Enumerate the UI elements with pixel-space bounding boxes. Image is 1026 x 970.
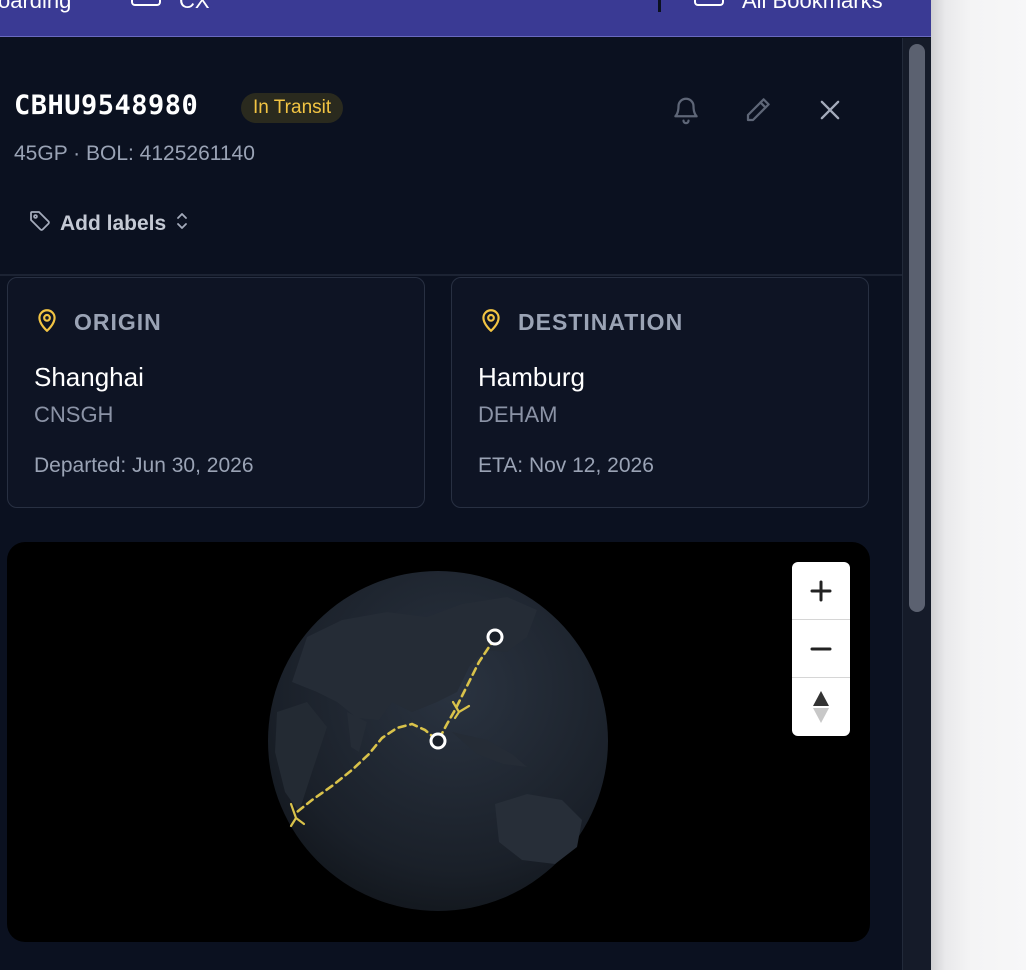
add-labels-label: Add labels	[60, 212, 167, 235]
bookmark-item[interactable]: oarding	[0, 0, 71, 14]
scrollbar-thumb[interactable]	[909, 44, 925, 612]
minus-icon	[810, 647, 832, 650]
origin-heading: ORIGIN	[74, 309, 162, 335]
port-marker-current[interactable]	[429, 732, 447, 750]
destination-heading: DESTINATION	[518, 309, 684, 335]
destination-port-code: DEHAM	[478, 402, 558, 427]
background-window	[931, 0, 1026, 970]
status-badge: In Transit	[241, 93, 344, 123]
port-marker-origin[interactable]	[486, 628, 504, 646]
destination-city: Hamburg	[478, 362, 585, 392]
container-id: CBHU9548980	[14, 90, 199, 121]
compass-icon	[813, 691, 829, 723]
zoom-in-button[interactable]	[792, 562, 850, 620]
map-pin-icon	[478, 306, 504, 339]
map-controls	[792, 562, 850, 736]
close-icon[interactable]	[815, 95, 845, 125]
origin-card: ORIGIN Shanghai CNSGH Departed: Jun 30, …	[7, 277, 425, 508]
container-detail-panel: CBHU9548980 In Transit 45GP · BOL: 41252…	[0, 38, 902, 970]
add-labels-button[interactable]: Add labels	[28, 208, 190, 240]
app-window: oarding CX All Bookmarks CBHU9548980 In …	[0, 0, 931, 970]
zoom-out-button[interactable]	[792, 620, 850, 678]
bookmarks-bar: oarding CX All Bookmarks	[0, 0, 931, 37]
folder-icon	[131, 0, 161, 6]
destination-card: DESTINATION Hamburg DEHAM ETA: Nov 12, 2…	[451, 277, 869, 508]
chevron-up-down-icon	[174, 209, 190, 239]
all-bookmarks-link[interactable]: All Bookmarks	[742, 0, 883, 14]
header-divider	[0, 274, 902, 276]
tag-icon	[28, 209, 52, 239]
bookmark-item[interactable]: CX	[179, 0, 210, 14]
eta-date: ETA: Nov 12, 2026	[478, 454, 654, 477]
departure-date: Departed: Jun 30, 2026	[34, 454, 254, 477]
folder-icon	[694, 0, 724, 6]
reset-north-button[interactable]	[792, 678, 850, 736]
origin-city: Shanghai	[34, 362, 144, 392]
pencil-icon[interactable]	[743, 95, 773, 125]
bookmarks-divider	[658, 0, 661, 12]
map-pin-icon	[34, 306, 60, 339]
bell-icon[interactable]	[671, 95, 701, 125]
plus-icon	[810, 580, 832, 601]
origin-port-code: CNSGH	[34, 402, 114, 427]
route-globe-map[interactable]	[7, 542, 870, 942]
container-subtitle: 45GP · BOL: 4125261140	[14, 142, 255, 165]
